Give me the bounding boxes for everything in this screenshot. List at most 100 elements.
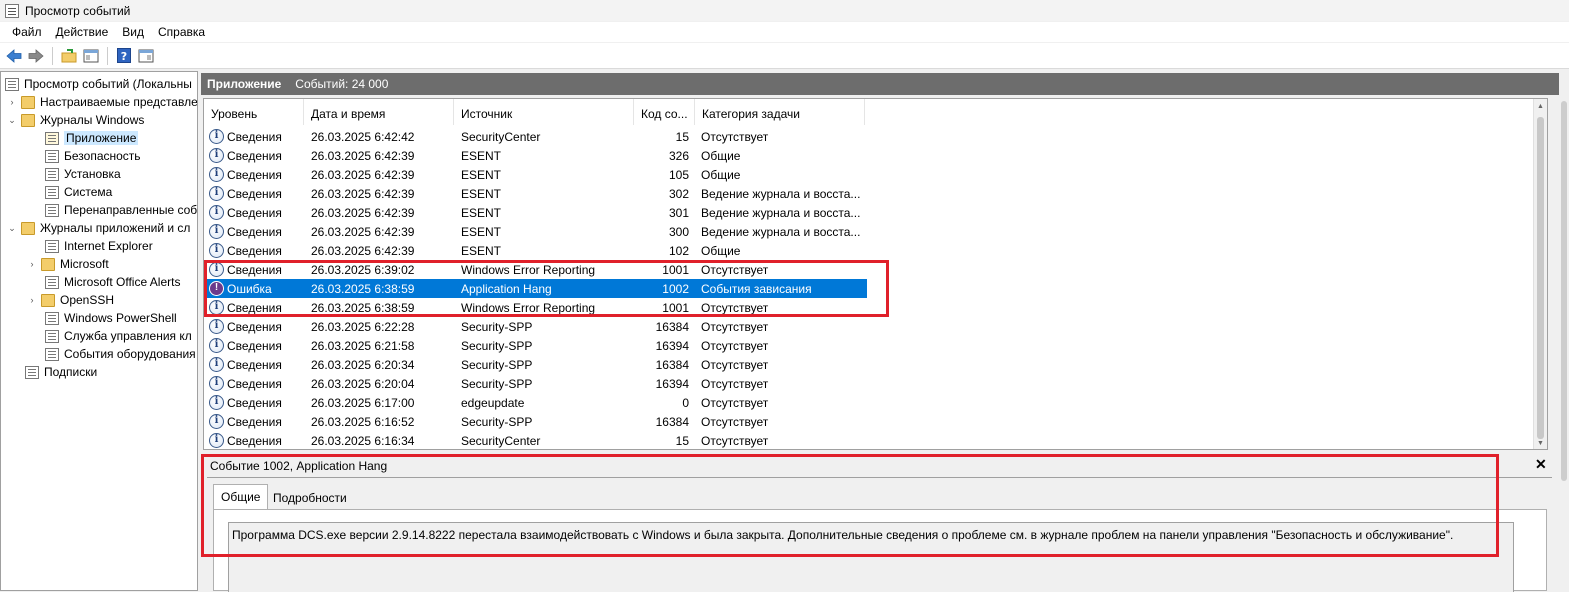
back-icon[interactable] [4,46,24,66]
cell-source: Security-SPP [461,319,533,334]
cell-event-id: 0 [682,395,689,410]
log-icon [45,311,59,325]
cell-category: Общие [701,148,741,163]
table-row[interactable]: i Сведения 26.03.2025 6:20:04 Security-SPP 1… [204,374,867,393]
tree-item-internet-explorer[interactable]: Internet Explorer [45,237,153,255]
table-row[interactable]: i Сведения 26.03.2025 6:17:00 edgeupdate 0 От… [204,393,867,412]
chevron-down-icon[interactable]: ⌄ [7,223,17,234]
level-text: Сведения [227,129,282,144]
cell-category: Ведение журнала и восста... [701,205,861,220]
cell-source: ESENT [461,167,502,182]
cell-source: ESENT [461,205,502,220]
log-icon [45,167,59,181]
table-row[interactable]: i Сведения 26.03.2025 6:20:34 Security-SPP 1… [204,355,867,374]
table-row[interactable]: i Сведения 26.03.2025 6:42:39 ESENT 302 Веден… [204,184,867,203]
table-row[interactable]: i Сведения 26.03.2025 6:42:39 ESENT 102 Общие [204,241,867,260]
cell-event-id: 105 [668,167,689,182]
cell-source: SecurityCenter [461,433,541,448]
open-folder-icon[interactable] [59,46,79,66]
tree-item-key-management[interactable]: Служба управления кл [45,327,192,345]
table-row[interactable]: i Сведения 26.03.2025 6:22:28 Security-SPP 1… [204,317,867,336]
tree-item-custom-views[interactable]: › Настраиваемые представле [7,93,198,111]
cell-level: i Сведения [204,357,304,372]
tree-item-label: Microsoft [60,257,109,271]
tree-item-app-services-logs[interactable]: ⌄ Журналы приложений и сл [7,219,190,237]
tree-item-security[interactable]: Безопасность [45,147,141,165]
cell-level: i Сведения [204,414,304,429]
tree-item-application[interactable]: Приложение [45,129,139,147]
cell-event-id: 16394 [655,338,689,353]
table-row[interactable]: i Сведения 26.03.2025 6:21:58 Security-SPP 1… [204,336,867,355]
menu-view[interactable]: Вид [115,25,151,39]
tree-item-root[interactable]: Просмотр событий (Локальны [5,75,192,93]
cell-category: Отсутствует [701,357,769,372]
chevron-down-icon[interactable]: ⌄ [7,115,17,126]
info-icon: i [209,338,224,353]
menu-help[interactable]: Справка [151,25,212,39]
tree-item-windows-logs[interactable]: ⌄ Журналы Windows [7,111,144,129]
svg-text:?: ? [121,50,127,63]
cell-date: 26.03.2025 6:42:39 [311,167,415,182]
cell-event-id: 102 [668,243,689,258]
tree-item-setup[interactable]: Установка [45,165,121,183]
table-row[interactable]: i Сведения 26.03.2025 6:42:39 ESENT 105 Общие [204,165,867,184]
tree-item-label: Настраиваемые представле [40,95,198,109]
scroll-down-icon[interactable]: ▼ [1537,440,1544,447]
tree-item-label: Установка [64,167,121,181]
close-icon[interactable]: ✕ [1535,456,1547,473]
column-event-id[interactable]: Код со... [634,99,695,125]
scrollbar-thumb[interactable] [1537,117,1544,439]
log-icon [45,185,59,199]
window-scrollbar[interactable] [1559,71,1569,591]
cell-event-id: 15 [675,433,689,448]
table-row[interactable]: i Сведения 26.03.2025 6:42:39 ESENT 326 Общие [204,146,867,165]
console-tree: Просмотр событий (Локальны › Настраиваем… [0,71,198,591]
table-row[interactable]: i Сведения 26.03.2025 6:16:34 SecurityCente… [204,431,867,449]
scroll-up-icon[interactable]: ▲ [1537,103,1544,110]
table-row[interactable]: i Сведения 26.03.2025 6:42:39 ESENT 301 Веден… [204,203,867,222]
folder-icon [21,221,35,235]
tree-item-label: Система [64,185,113,199]
tree-item-office-alerts[interactable]: Microsoft Office Alerts [45,273,180,291]
table-row[interactable]: i Сведения 26.03.2025 6:42:42 SecurityCente… [204,127,867,146]
tree-item-forwarded[interactable]: Перенаправленные соб [45,201,197,219]
cell-event-id: 16384 [655,319,689,334]
menu-file[interactable]: Файл [5,25,49,39]
info-icon: i [209,205,224,220]
chevron-right-icon[interactable]: › [27,295,37,305]
table-row[interactable]: i Сведения 26.03.2025 6:42:39 ESENT 300 Веден… [204,222,867,241]
tree-item-label: Приложение [64,131,139,145]
tree-item-label: Журналы Windows [40,113,145,127]
column-source[interactable]: Источник [454,99,634,125]
tree-item-microsoft[interactable]: › Microsoft [27,255,109,273]
cell-source: ESENT [461,186,502,201]
column-level[interactable]: Уровень [204,99,304,125]
cell-date: 26.03.2025 6:16:34 [311,433,415,448]
help-icon[interactable]: ? [114,46,134,66]
cell-level: i Сведения [204,376,304,391]
log-icon [45,329,59,343]
column-date[interactable]: Дата и время [304,99,454,125]
scrollbar-thumb[interactable] [1561,101,1567,481]
level-text: Сведения [227,167,282,182]
table-scrollbar[interactable]: ▲ ▼ [1533,99,1547,449]
menu-action[interactable]: Действие [49,25,116,39]
pane-header: Приложение Событий: 24 000 [201,73,1559,95]
forward-icon[interactable] [26,46,46,66]
tree-item-system[interactable]: Система [45,183,112,201]
chevron-right-icon[interactable]: › [27,259,37,269]
tree-item-hardware-events[interactable]: События оборудования [45,345,196,363]
cell-category: Отсутствует [701,376,769,391]
level-text: Сведения [227,205,282,220]
cell-category: Общие [701,167,741,182]
cell-date: 26.03.2025 6:42:42 [311,129,415,144]
column-category[interactable]: Категория задачи [695,99,865,125]
event-count: Событий: 24 000 [295,77,389,91]
table-row[interactable]: i Сведения 26.03.2025 6:16:52 Security-SPP 1… [204,412,867,431]
console-tree-icon[interactable] [81,46,101,66]
tree-item-openssh[interactable]: › OpenSSH [27,291,115,309]
tree-item-subscriptions[interactable]: Подписки [25,363,97,381]
action-pane-icon[interactable] [136,46,156,66]
tree-item-powershell[interactable]: Windows PowerShell [45,309,177,327]
chevron-right-icon[interactable]: › [7,97,17,107]
